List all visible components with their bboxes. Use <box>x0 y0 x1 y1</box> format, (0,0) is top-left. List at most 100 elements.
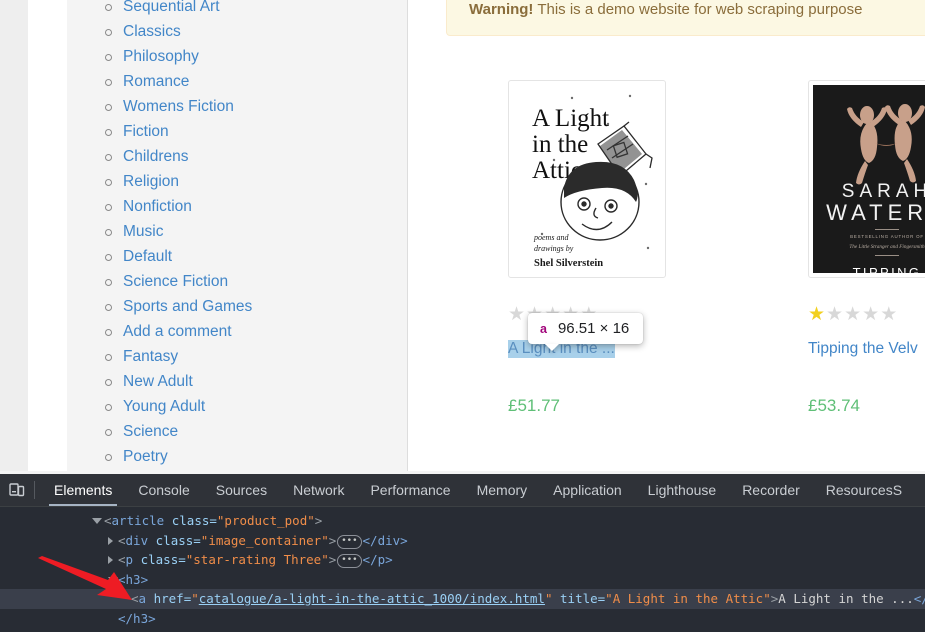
cover-art-icon: A Light in the Attic poems and drawings … <box>512 84 662 274</box>
sidebar-item[interactable]: Nonfiction <box>67 194 407 219</box>
attr-name: class= <box>140 552 186 567</box>
star-icon: ★ <box>808 304 827 325</box>
punct: < <box>118 532 126 548</box>
dom-line-article[interactable]: <article class="product_pod"> <box>0 511 925 531</box>
sidebar-item-label[interactable]: Sequential Art <box>123 0 220 15</box>
devtools-tab[interactable]: Performance <box>357 474 463 506</box>
sidebar-item[interactable]: Sports and Games <box>67 294 407 319</box>
sidebar-item-label[interactable]: Fiction <box>123 123 169 140</box>
category-sidebar: Sequential Art Classics Philosophy Romance W… <box>67 0 408 474</box>
attr-value: "product_pod" <box>216 513 315 528</box>
punct: > <box>328 552 337 567</box>
sidebar-item-label[interactable]: Womens Fiction <box>123 98 234 115</box>
warning-text: This is a demo website for web scraping … <box>533 1 863 18</box>
tooltip-dimensions: 96.51 × 16 <box>557 320 630 337</box>
sidebar-item-label[interactable]: Religion <box>123 173 179 190</box>
svg-text:TIPPING: TIPPING <box>853 265 922 273</box>
svg-text:A Light: A Light <box>532 105 609 132</box>
devtools-tab[interactable]: Console <box>125 474 202 506</box>
sidebar-item-label[interactable]: New Adult <box>123 373 193 390</box>
quote: " <box>191 591 199 606</box>
sidebar-item-label[interactable]: Nonfiction <box>123 198 192 215</box>
product-title-link[interactable]: Tipping the Velv <box>808 340 918 358</box>
devtools-panel: Elements Console Sources Network Performance… <box>0 474 925 632</box>
devtools-tab[interactable]: Memory <box>464 474 541 506</box>
attr-value: "star-rating Three" <box>185 552 329 567</box>
book-cover-tipping-the-velvet[interactable]: SARAH WATERS BESTSELLING AUTHOR OF <box>808 80 925 278</box>
attr-name-title: title= <box>560 591 606 606</box>
chevron-down-icon[interactable] <box>92 518 102 528</box>
devtools-tab[interactable]: Sources <box>203 474 280 506</box>
collapsed-children-badge[interactable]: ••• <box>337 534 362 549</box>
browser-viewport: Sequential Art Classics Philosophy Romance W… <box>0 0 925 474</box>
sidebar-item-label[interactable]: Music <box>123 223 163 240</box>
sidebar-item-label[interactable]: Default <box>123 248 172 265</box>
chevron-down-icon[interactable] <box>108 576 118 587</box>
chevron-right-icon[interactable] <box>108 556 113 564</box>
devtools-tab[interactable]: Elements <box>41 474 125 506</box>
sidebar-item[interactable]: Add a comment <box>67 319 407 344</box>
tag-name: a <box>138 591 147 606</box>
sidebar-item[interactable]: Music <box>67 219 407 244</box>
chevron-right-icon[interactable] <box>108 536 113 545</box>
collapsed-children-badge[interactable]: ••• <box>337 554 362 568</box>
devtools-tab[interactable]: Network <box>280 474 357 506</box>
product-pod: A Light in the Attic poems and drawings … <box>508 80 708 416</box>
svg-text:Shel Silverstein: Shel Silverstein <box>534 258 603 269</box>
sidebar-item-label[interactable]: Young Adult <box>123 398 205 415</box>
sidebar-item-label[interactable]: Science <box>123 423 178 440</box>
sidebar-item[interactable]: Philosophy <box>67 44 407 69</box>
sidebar-item-label[interactable]: Poetry <box>123 448 168 465</box>
dom-line-star-rating[interactable]: <p class="star-rating Three"> ••• </p> <box>0 550 925 570</box>
anchor-text: A Light in the ... <box>778 591 914 606</box>
book-cover-a-light-in-the-attic[interactable]: A Light in the Attic poems and drawings … <box>508 80 666 278</box>
sidebar-item[interactable]: Fiction <box>67 119 407 144</box>
product-price: £53.74 <box>808 396 860 415</box>
sidebar-item[interactable]: Religion <box>67 169 407 194</box>
end-tag: </p> <box>362 552 393 567</box>
sidebar-item[interactable]: Young Adult <box>67 394 407 419</box>
href-value[interactable]: catalogue/a-light-in-the-attic_1000/inde… <box>199 591 545 606</box>
category-list: Sequential Art Classics Philosophy Romance W… <box>67 0 407 469</box>
sidebar-item-label[interactable]: Add a comment <box>123 323 232 340</box>
devtools-tab[interactable]: Recorder <box>729 474 813 506</box>
devtools-tab[interactable]: ResourcesS <box>813 474 915 506</box>
sidebar-item[interactable]: Science Fiction <box>67 269 407 294</box>
sidebar-item[interactable]: Default <box>67 244 407 269</box>
devtools-tab-bar: Elements Console Sources Network Performance… <box>41 474 915 506</box>
cover-art-icon: SARAH WATERS BESTSELLING AUTHOR OF <box>813 85 925 273</box>
svg-text:SARAH: SARAH <box>842 181 925 202</box>
inspect-element-icon[interactable] <box>0 474 34 506</box>
sidebar-item[interactable]: Poetry <box>67 444 407 469</box>
svg-text:in the: in the <box>532 131 588 158</box>
dom-line-h3-open[interactable]: <h3> <box>0 570 925 590</box>
screenshot-root: Sequential Art Classics Philosophy Romance W… <box>0 0 925 632</box>
star-icon: ★ <box>826 304 845 325</box>
devtools-tab[interactable]: Application <box>540 474 635 506</box>
sidebar-item-label[interactable]: Philosophy <box>123 48 199 65</box>
dom-line-h3-close[interactable]: </h3> <box>0 609 925 629</box>
sidebar-item[interactable]: New Adult <box>67 369 407 394</box>
svg-text:WATERS: WATERS <box>826 200 925 225</box>
sidebar-item[interactable]: Romance <box>67 69 407 94</box>
star-icon: ★ <box>880 304 899 325</box>
sidebar-item[interactable]: Science <box>67 419 407 444</box>
sidebar-item-label[interactable]: Childrens <box>123 148 188 165</box>
sidebar-item-label[interactable]: Classics <box>123 23 181 40</box>
sidebar-item[interactable]: Fantasy <box>67 344 407 369</box>
svg-text:drawings by: drawings by <box>534 244 574 253</box>
sidebar-item[interactable]: Classics <box>67 19 407 44</box>
devtools-tab[interactable]: Lighthouse <box>635 474 730 506</box>
dom-line-anchor-selected[interactable]: <a href="catalogue/a-light-in-the-attic_… <box>0 589 925 609</box>
sidebar-item[interactable]: Womens Fiction <box>67 94 407 119</box>
sidebar-item[interactable]: Childrens <box>67 144 407 169</box>
sidebar-item-label[interactable]: Sports and Games <box>123 298 252 315</box>
punct: < <box>118 552 126 567</box>
sidebar-item-label[interactable]: Romance <box>123 73 189 90</box>
sidebar-item-label[interactable]: Science Fiction <box>123 273 228 290</box>
dom-line-image-container[interactable]: <div class="image_container"> ••• </div> <box>0 531 925 551</box>
sidebar-item-label[interactable]: Fantasy <box>123 348 178 365</box>
attr-value: "image_container" <box>200 532 329 548</box>
dom-line-product-price[interactable]: <div class="product_price">•••</div> <box>0 628 925 632</box>
sidebar-item[interactable]: Sequential Art <box>67 0 407 19</box>
